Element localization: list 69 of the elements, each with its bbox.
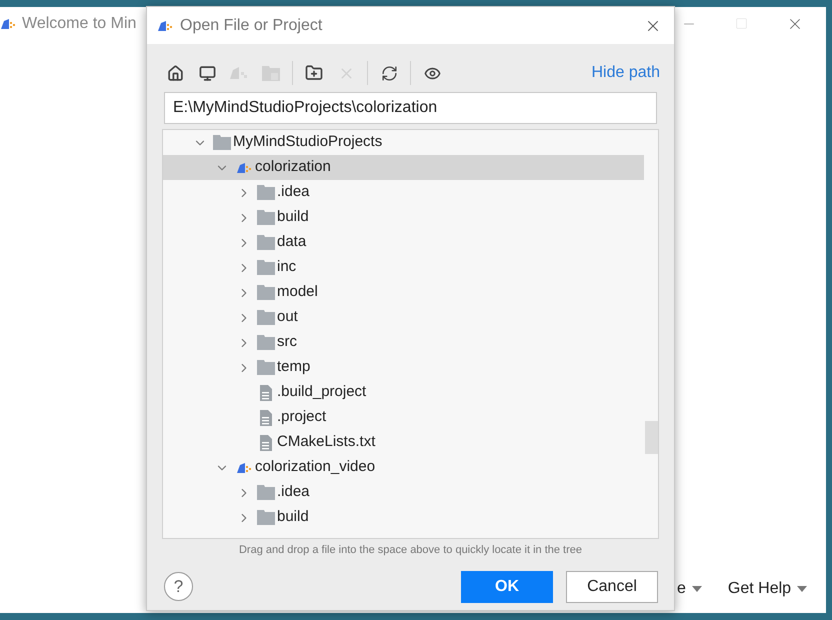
- tree-item[interactable]: .project: [163, 405, 644, 430]
- help-button[interactable]: ?: [164, 572, 193, 601]
- tree-item[interactable]: build: [163, 205, 644, 230]
- caret-icon: [692, 586, 702, 592]
- tree-item-label: build: [277, 207, 309, 228]
- file-icon: [260, 410, 272, 426]
- folder-icon: [256, 510, 274, 525]
- tree-item[interactable]: build: [163, 505, 644, 530]
- file-icon: [260, 384, 272, 400]
- tree-item-label: build: [277, 507, 309, 528]
- folder-icon: [262, 66, 280, 80]
- app-logo-icon: [0, 18, 16, 30]
- folder-icon: [256, 185, 274, 200]
- tree-item-label: out: [277, 307, 298, 328]
- tree-item[interactable]: data: [163, 230, 644, 255]
- folder-icon: [256, 485, 274, 500]
- tree-item[interactable]: model: [163, 280, 644, 305]
- folder-icon: [256, 285, 274, 300]
- tree-item-label: inc: [277, 257, 296, 278]
- tree-item-label: temp: [277, 357, 310, 378]
- tree-item[interactable]: temp: [163, 355, 644, 380]
- tree-item[interactable]: CMakeLists.txt: [163, 430, 644, 455]
- tree-item[interactable]: colorization_video: [163, 455, 644, 480]
- folder-icon: [256, 260, 274, 275]
- tree-item-label: data: [277, 232, 306, 252]
- folder-icon: [212, 135, 230, 150]
- tree-item-label: MyMindStudioProjects: [233, 132, 382, 152]
- module-icon: [229, 66, 249, 80]
- caret-icon: [797, 586, 808, 592]
- tree-item-label: model: [277, 282, 318, 302]
- menu-link[interactable]: Get Help: [728, 577, 808, 601]
- tree-item-label: .idea: [277, 482, 310, 502]
- tree-item-label: .build_project: [277, 382, 366, 402]
- folder-icon: [256, 210, 274, 225]
- tree-item[interactable]: inc: [163, 255, 644, 280]
- folder-icon: [256, 310, 274, 325]
- tree-item[interactable]: out: [163, 305, 644, 330]
- app-logo-icon: [157, 20, 173, 32]
- desktop-icon: [198, 64, 216, 82]
- module-icon: [236, 462, 252, 474]
- hint-text: Drag and drop a file into the space above to quickly locate it in the tree: [238, 543, 584, 558]
- tree-item[interactable]: src: [163, 330, 644, 355]
- dialog-title: Open File or Project: [180, 16, 322, 36]
- hide-path-link[interactable]: Hide path: [592, 61, 660, 85]
- folder-icon: [256, 360, 274, 375]
- tree-item-label: CMakeLists.txt: [277, 432, 376, 452]
- tree-item-label: .project: [277, 407, 326, 428]
- home-icon: [166, 64, 184, 82]
- tree-item-label: .idea: [277, 182, 310, 202]
- tree-item[interactable]: MyMindStudioProjects: [163, 130, 644, 155]
- tree-item[interactable]: .build_project: [163, 380, 644, 405]
- folder-icon: [256, 235, 274, 250]
- window-title: Welcome to Min: [22, 14, 136, 34]
- cancel-button[interactable]: Cancel: [566, 570, 658, 602]
- refresh-icon: [380, 64, 398, 82]
- menu-link[interactable]: e: [677, 577, 702, 601]
- path-field[interactable]: E:\MyMindStudioProjects\colorization: [164, 92, 657, 124]
- tree-item-label: src: [277, 332, 297, 352]
- tree-item[interactable]: .idea: [163, 180, 644, 205]
- tree-item-label: colorization: [255, 157, 331, 178]
- folder-icon: [256, 335, 274, 350]
- new-folder-icon: [305, 64, 323, 82]
- tree-item[interactable]: colorization: [163, 155, 644, 180]
- file-icon: [260, 434, 272, 450]
- ok-button[interactable]: OK: [461, 570, 553, 602]
- module-icon: [236, 162, 252, 174]
- tree-item-label: colorization_video: [255, 457, 376, 478]
- scrollbar-thumb[interactable]: [645, 421, 658, 454]
- tree-item[interactable]: .idea: [163, 480, 644, 505]
